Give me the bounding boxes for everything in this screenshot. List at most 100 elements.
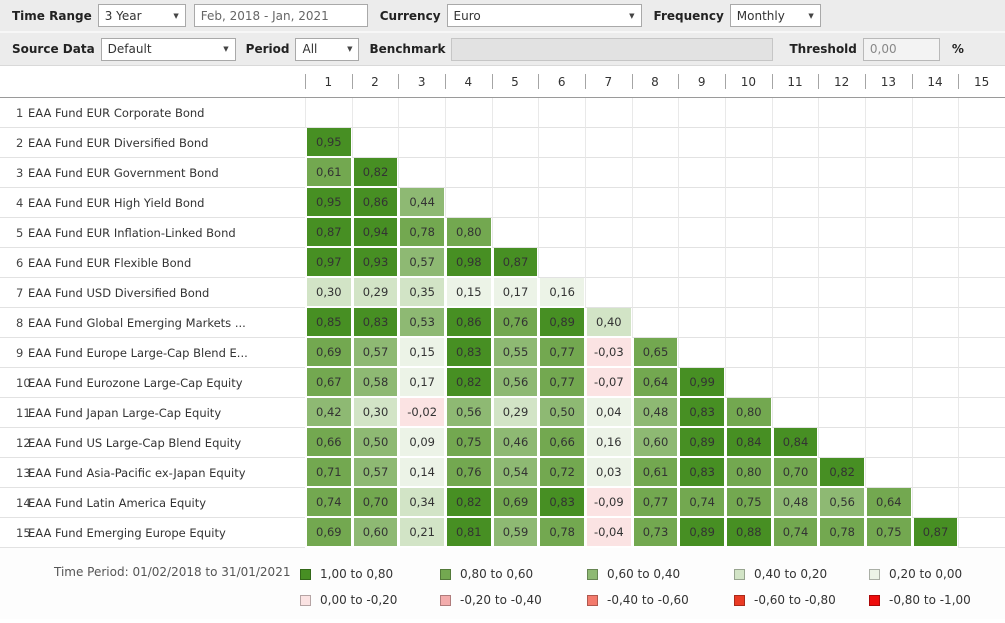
- matrix-cell: 0,40: [585, 308, 632, 338]
- matrix-cell: [771, 278, 819, 308]
- matrix-cell: 0,85: [305, 308, 352, 338]
- matrix-cell: 0,29: [491, 398, 539, 428]
- matrix-cell-value: 0,29: [493, 398, 538, 426]
- matrix-cell-value: 0,29: [353, 278, 398, 306]
- chevron-down-icon: ▼: [808, 11, 814, 20]
- matrix-cell-value: 0,86: [353, 188, 398, 216]
- matrix-cell: [678, 248, 725, 278]
- time-range-select[interactable]: 3 Year ▼: [97, 4, 186, 27]
- matrix-cell: [818, 428, 865, 458]
- matrix-cell: [398, 158, 445, 188]
- matrix-cell: [911, 488, 959, 518]
- matrix-cell-value: 0,89: [540, 308, 584, 336]
- fund-name-cell: 14 EAA Fund Latin America Equity: [0, 488, 305, 518]
- matrix-row: 7 EAA Fund USD Diversified Bond 0,30 0,29 0,…: [0, 278, 1005, 308]
- matrix-cell: [398, 128, 445, 158]
- matrix-cell-value: 0,74: [680, 488, 724, 516]
- legend-item: 1,00 to 0,80: [300, 565, 440, 583]
- matrix-cell: -0,07: [585, 368, 632, 398]
- matrix-column-header: 14: [911, 66, 959, 97]
- matrix-cell: 0,71: [305, 458, 352, 488]
- matrix-cell: 0,60: [351, 518, 399, 548]
- matrix-cell: 0,61: [305, 158, 352, 188]
- currency-select[interactable]: Euro ▼: [446, 4, 642, 27]
- matrix-cell-value: 0,88: [727, 518, 771, 546]
- matrix-cell-value: 0,76: [447, 458, 491, 486]
- matrix-cell: [958, 128, 1005, 158]
- matrix-cell: [865, 188, 912, 218]
- frequency-select[interactable]: Monthly ▼: [729, 4, 821, 27]
- period-select[interactable]: All ▼: [295, 37, 360, 61]
- date-range-input[interactable]: Feb, 2018 - Jan, 2021: [193, 4, 368, 27]
- legend-swatch-icon: [734, 568, 745, 580]
- threshold-input[interactable]: 0,00: [862, 37, 940, 61]
- source-data-select[interactable]: Default ▼: [100, 37, 236, 61]
- matrix-cell: [725, 128, 772, 158]
- fund-name-label: EAA Fund Japan Large-Cap Equity: [28, 405, 222, 420]
- matrix-column-header: 7: [585, 66, 632, 97]
- matrix-cell: 0,48: [771, 488, 819, 518]
- matrix-cell-value: 0,99: [680, 368, 724, 396]
- matrix-cell: 0,09: [398, 428, 445, 458]
- fund-name-label: EAA Fund Global Emerging Markets ...: [28, 315, 246, 330]
- matrix-cell: [491, 128, 539, 158]
- matrix-cell: [818, 128, 865, 158]
- matrix-cell: 0,74: [305, 488, 352, 518]
- chevron-down-icon: ▼: [173, 11, 179, 20]
- matrix-footer: Time Period: 01/02/2018 to 31/01/2021 1,…: [0, 548, 1005, 619]
- matrix-cell: 0,66: [305, 428, 352, 458]
- matrix-cell: 0,82: [351, 158, 399, 188]
- matrix-cell: [911, 398, 959, 428]
- matrix-cell-value: 0,30: [307, 278, 351, 306]
- matrix-cell: 0,42: [305, 398, 352, 428]
- fund-name-cell: 7 EAA Fund USD Diversified Bond: [0, 278, 305, 308]
- matrix-cell: [631, 158, 679, 188]
- matrix-cell: [445, 188, 492, 218]
- matrix-cell: [911, 128, 959, 158]
- matrix-cell-value: 0,73: [633, 518, 678, 546]
- matrix-cell: [865, 98, 912, 128]
- legend-label: -0,20 to -0,40: [460, 593, 542, 607]
- legend-item: -0,40 to -0,60: [587, 591, 734, 609]
- matrix-cell: 0,89: [678, 428, 725, 458]
- matrix-cell-value: 0,82: [820, 458, 864, 486]
- fund-name-label: EAA Fund USD Diversified Bond: [28, 285, 210, 300]
- legend-item: 0,40 to 0,20: [734, 565, 869, 583]
- matrix-cell: 0,78: [818, 518, 865, 548]
- matrix-cell: [818, 248, 865, 278]
- legend-swatch-icon: [734, 594, 745, 606]
- fund-name-label: EAA Fund Eurozone Large-Cap Equity: [28, 375, 243, 390]
- matrix-cell-value: 0,74: [307, 488, 351, 516]
- fund-name-cell: 10 EAA Fund Eurozone Large-Cap Equity: [0, 368, 305, 398]
- matrix-cell: 0,29: [351, 278, 399, 308]
- currency-label: Currency: [379, 8, 441, 23]
- matrix-cell-value: 0,93: [353, 248, 398, 276]
- legend-label: -0,40 to -0,60: [607, 593, 689, 607]
- fund-name-label: EAA Fund US Large-Cap Blend Equity: [28, 435, 242, 450]
- matrix-cell-value: 0,83: [447, 338, 491, 366]
- matrix-cell: [491, 98, 539, 128]
- matrix-cell: [911, 248, 959, 278]
- matrix-cell: -0,04: [585, 518, 632, 548]
- matrix-cell-value: 0,82: [447, 488, 491, 516]
- matrix-cell: 0,57: [398, 248, 445, 278]
- matrix-cell: 0,86: [351, 188, 399, 218]
- matrix-cell: [538, 128, 585, 158]
- row-number: 9: [16, 345, 24, 360]
- matrix-cell-value: 0,16: [587, 428, 631, 456]
- fund-name-label: EAA Fund EUR High Yield Bond: [28, 195, 205, 210]
- matrix-row: 13 EAA Fund Asia-Pacific ex-Japan Equity 0…: [0, 458, 1005, 488]
- matrix-cell: [678, 218, 725, 248]
- matrix-cell-value: 0,46: [493, 428, 538, 456]
- matrix-cell-value: -0,03: [587, 338, 631, 366]
- matrix-column-header: 6: [538, 66, 585, 97]
- matrix-cell: [911, 338, 959, 368]
- benchmark-input[interactable]: [451, 37, 774, 61]
- fund-name-label: EAA Fund Latin America Equity: [28, 495, 207, 510]
- matrix-cell-value: 0,71: [307, 458, 351, 486]
- matrix-column-header: 12: [818, 66, 865, 97]
- matrix-cell: [678, 188, 725, 218]
- matrix-cell-value: 0,74: [773, 518, 818, 546]
- matrix-cell: [538, 218, 585, 248]
- matrix-cell-value: 0,56: [493, 368, 538, 396]
